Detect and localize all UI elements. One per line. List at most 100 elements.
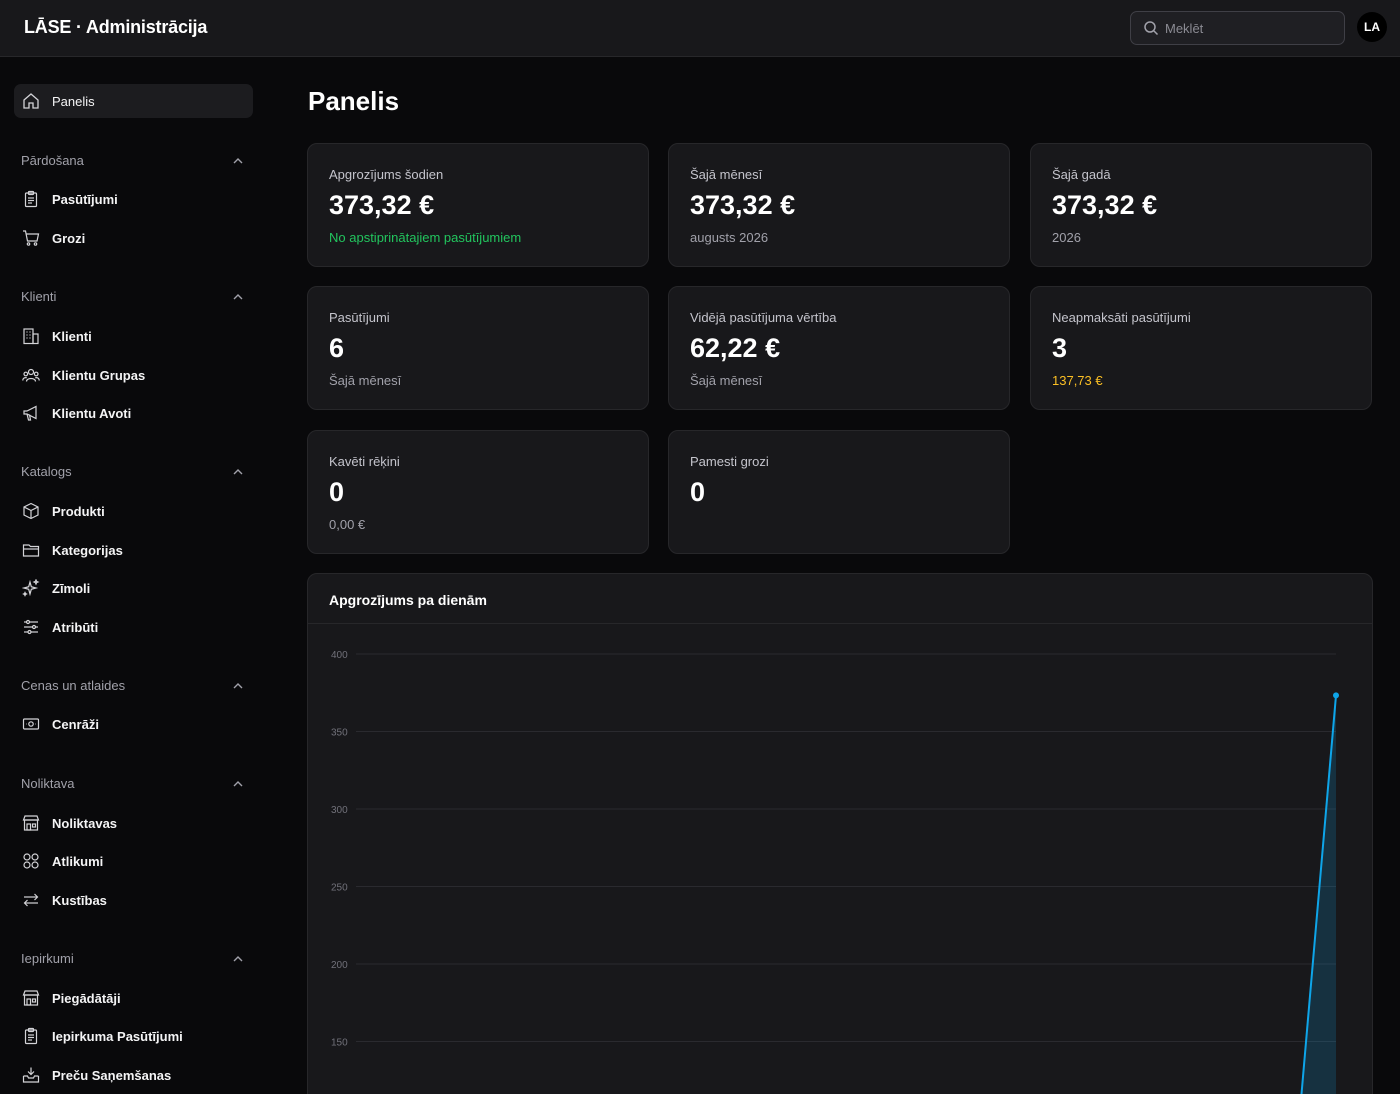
card-subtitle: augusts 2026 bbox=[690, 230, 769, 245]
sidebar-item-klientu-grupas[interactable]: Klientu Grupas bbox=[14, 358, 253, 392]
sidebar-item-label: Klienti bbox=[52, 329, 92, 344]
sidebar-item-label: Preču Saņemšanas bbox=[52, 1068, 172, 1083]
user-avatar[interactable]: LA bbox=[1357, 12, 1387, 42]
y-tick-label: 400 bbox=[331, 650, 348, 661]
sidebar-item-label: Noliktavas bbox=[52, 816, 118, 831]
y-tick-label: 350 bbox=[331, 728, 348, 739]
banknote-icon bbox=[22, 718, 40, 730]
sidebar-item-klientu-avoti[interactable]: Klientu Avoti bbox=[14, 396, 253, 430]
card-title: Neapmaksāti pasūtījumi bbox=[1052, 310, 1191, 325]
sidebar: Panelis Pārdošana Pasūtījumi Grozi Klien… bbox=[0, 57, 268, 1094]
card-title: Šajā mēnesī bbox=[690, 167, 763, 182]
page-title: Panelis bbox=[308, 86, 400, 116]
card-title: Apgrozījums šodien bbox=[329, 167, 444, 182]
chevron-up-icon bbox=[233, 294, 243, 300]
sidebar-item-kustibas[interactable]: Kustības bbox=[14, 883, 253, 917]
card-value: 6 bbox=[329, 333, 345, 363]
y-tick-label: 250 bbox=[331, 883, 348, 894]
card-value: 62,22 € bbox=[690, 333, 781, 363]
sidebar-item-pasutijumi[interactable]: Pasūtījumi bbox=[14, 182, 253, 216]
card-value: 0 bbox=[329, 477, 345, 507]
stat-card-revenue-today: Apgrozījums šodien 373,32 € No apstiprin… bbox=[307, 143, 649, 267]
card-title: Kavēti rēķini bbox=[329, 454, 400, 469]
megaphone-icon bbox=[23, 405, 37, 421]
card-value: 373,32 € bbox=[690, 190, 796, 220]
stat-card-this-month: Šajā mēnesī 373,32 € augusts 2026 bbox=[668, 143, 1010, 267]
card-subtitle: 137,73 € bbox=[1052, 373, 1103, 388]
sidebar-group-katalogs[interactable]: Katalogs bbox=[14, 460, 253, 484]
data-point[interactable] bbox=[1333, 692, 1339, 699]
sidebar-item-label: Produkti bbox=[52, 504, 105, 519]
sidebar-item-precu-sanemsanas[interactable]: Preču Saņemšanas bbox=[14, 1058, 253, 1092]
sidebar-group-iepirkumi[interactable]: Iepirkumi bbox=[14, 947, 253, 971]
y-tick-label: 150 bbox=[331, 1038, 348, 1049]
search-icon bbox=[1144, 21, 1159, 36]
y-tick-label: 200 bbox=[331, 960, 348, 971]
sidebar-group-label: Klienti bbox=[21, 289, 57, 304]
search-input[interactable] bbox=[1165, 12, 1340, 44]
stat-card-overdue-invoices: Kavēti rēķini 0 0,00 € bbox=[307, 430, 649, 554]
sidebar-item-atributi[interactable]: Atribūti bbox=[14, 610, 253, 644]
sidebar-item-iepirkuma-pasutijumi[interactable]: Iepirkuma Pasūtījumi bbox=[14, 1019, 253, 1053]
sidebar-item-label: Pasūtījumi bbox=[52, 192, 118, 207]
sidebar-item-label: Kategorijas bbox=[52, 543, 123, 558]
sidebar-item-grozi[interactable]: Grozi bbox=[14, 221, 253, 255]
card-subtitle: Šajā mēnesī bbox=[329, 373, 402, 388]
sidebar-item-cenrazi[interactable]: Cenrāži bbox=[14, 707, 253, 741]
sidebar-item-kategorijas[interactable]: Kategorijas bbox=[14, 533, 253, 567]
stat-card-avg-order-value: Vidējā pasūtījuma vērtība 62,22 € Šajā m… bbox=[668, 286, 1010, 410]
sidebar-group-pardosana[interactable]: Pārdošana bbox=[14, 149, 253, 173]
folder-icon bbox=[22, 544, 40, 557]
sidebar-item-panelis[interactable]: Panelis bbox=[14, 84, 253, 118]
revenue-chart-card: Apgrozījums pa dienām 150 200 250 300 350 400 bbox=[307, 573, 1373, 1094]
sidebar-item-label: Klientu Grupas bbox=[52, 368, 146, 383]
chevron-up-icon bbox=[233, 469, 243, 475]
chevron-up-icon bbox=[233, 781, 243, 787]
card-title: Šajā gadā bbox=[1052, 167, 1111, 182]
chevron-up-icon bbox=[233, 956, 243, 962]
sidebar-group-label: Noliktava bbox=[21, 776, 75, 791]
card-value: 0 bbox=[690, 477, 706, 507]
warehouse-icon bbox=[22, 815, 40, 831]
users-icon bbox=[22, 368, 40, 382]
inbox-download-icon bbox=[22, 1067, 40, 1083]
card-title: Pasūtījumi bbox=[329, 310, 390, 325]
sidebar-item-zimoli[interactable]: Zīmoli bbox=[14, 571, 253, 605]
sidebar-item-label: Kustības bbox=[52, 893, 107, 908]
card-value: 373,32 € bbox=[1052, 190, 1158, 220]
sparkles-icon bbox=[22, 579, 40, 597]
search-box[interactable] bbox=[1130, 11, 1345, 45]
arrows-icon bbox=[23, 893, 39, 907]
cart-icon bbox=[23, 230, 40, 246]
sidebar-item-klienti[interactable]: Klienti bbox=[14, 319, 253, 353]
chevron-up-icon bbox=[233, 158, 243, 164]
y-tick-label: 300 bbox=[331, 805, 348, 816]
chevron-up-icon bbox=[233, 683, 243, 689]
sidebar-item-piegadataji[interactable]: Piegādātāji bbox=[14, 981, 253, 1015]
sidebar-group-label: Iepirkumi bbox=[21, 951, 74, 966]
stat-card-unpaid-orders: Neapmaksāti pasūtījumi 3 137,73 € bbox=[1030, 286, 1372, 410]
sidebar-item-produkti[interactable]: Produkti bbox=[14, 494, 253, 528]
app-title[interactable]: LĀSE · Administrācija bbox=[24, 17, 207, 38]
sidebar-item-noliktavas[interactable]: Noliktavas bbox=[14, 806, 253, 840]
card-subtitle: Šajā mēnesī bbox=[690, 373, 763, 388]
sidebar-item-atlikumi[interactable]: Atlikumi bbox=[14, 844, 253, 878]
sidebar-group-cenas[interactable]: Cenas un atlaides bbox=[14, 674, 253, 698]
card-subtitle: No apstiprinātajiem pasūtījumiem bbox=[329, 230, 522, 245]
sliders-icon bbox=[24, 619, 38, 635]
card-title: Pamesti grozi bbox=[690, 454, 769, 469]
sidebar-group-label: Cenas un atlaides bbox=[21, 678, 126, 693]
card-subtitle: 2026 bbox=[1052, 230, 1081, 245]
card-value: 373,32 € bbox=[329, 190, 435, 220]
revenue-chart: 150 200 250 300 350 400 bbox=[331, 650, 1339, 1094]
chart-title: Apgrozījums pa dienām bbox=[329, 592, 487, 608]
clipboard-icon bbox=[24, 190, 38, 208]
grid-icon bbox=[23, 853, 39, 869]
sidebar-group-klienti[interactable]: Klienti bbox=[14, 285, 253, 309]
top-bar: LĀSE · Administrācija LA bbox=[0, 0, 1400, 57]
sidebar-item-label: Klientu Avoti bbox=[52, 406, 132, 421]
sidebar-item-label: Atribūti bbox=[52, 620, 99, 635]
sidebar-group-label: Katalogs bbox=[21, 464, 72, 479]
sidebar-item-label: Atlikumi bbox=[52, 854, 104, 869]
sidebar-group-noliktava[interactable]: Noliktava bbox=[14, 772, 253, 796]
